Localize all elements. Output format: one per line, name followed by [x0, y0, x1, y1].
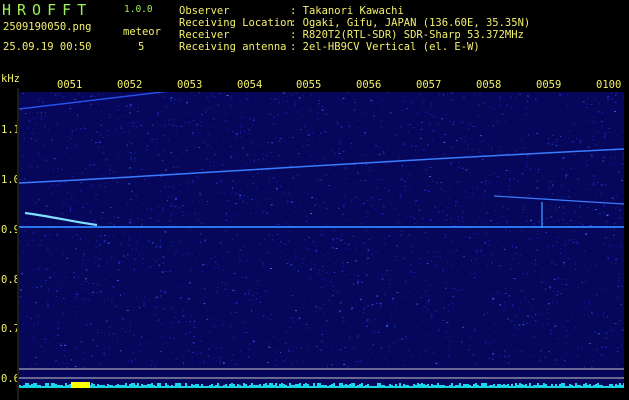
info-value-observer: : Takanori Kawachi	[290, 5, 404, 17]
x-tick-label: 0055	[296, 79, 322, 91]
date-time: 25.09.19 00:50	[3, 41, 92, 53]
info-value-receiver: : R820T2(RTL-SDR) SDR-Sharp 53.372MHz	[290, 29, 524, 41]
x-tick-label: 0053	[177, 79, 203, 91]
signal-burst	[71, 382, 90, 388]
info-label-observer: Observer	[179, 5, 230, 17]
x-tick-label: 0054	[237, 79, 263, 91]
x-tick-label: 0059	[536, 79, 562, 91]
x-tick-label: 0052	[117, 79, 143, 91]
x-tick-label: 0056	[356, 79, 382, 91]
info-value-location: : Ogaki, Gifu, JAPAN (136.60E, 35.35N)	[290, 17, 531, 29]
y-axis-unit: kHz	[1, 73, 20, 85]
x-tick-label: 0057	[416, 79, 442, 91]
x-tick-label: 0100	[596, 79, 622, 91]
meteor-count: 5	[138, 41, 145, 53]
info-label-antenna: Receiving antenna	[179, 41, 287, 53]
x-tick-label: 0058	[476, 79, 502, 91]
app-brand: HROFFT	[2, 1, 93, 19]
info-label-receiver: Receiver	[179, 29, 230, 41]
file-name: 2509190050.png	[3, 21, 92, 33]
app-version: 1.0.0	[124, 4, 153, 15]
info-value-antenna: : 2el-HB9CV Vertical (el. E-W)	[290, 41, 480, 53]
meteor-label: meteor	[123, 26, 161, 38]
x-tick-label: 0051	[57, 79, 83, 91]
spectrogram-background	[19, 92, 624, 388]
info-label-location: Receiving Location	[179, 17, 293, 29]
header-panel: HROFFT 1.0.0 2509190050.png 25.09.19 00:…	[0, 0, 629, 72]
spectrogram	[19, 92, 624, 388]
